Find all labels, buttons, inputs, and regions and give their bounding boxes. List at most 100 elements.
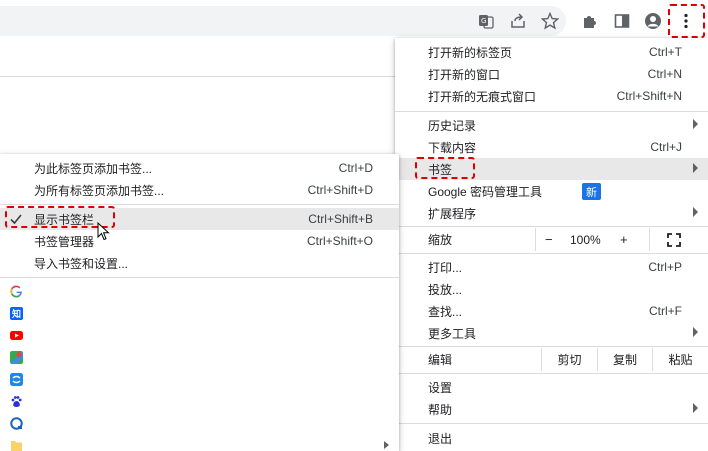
menu-item-settings[interactable]: 设置 xyxy=(395,376,708,398)
submenu-arrow-icon xyxy=(693,207,698,217)
menu-item-cast[interactable]: 投放... xyxy=(395,278,708,300)
menu-item-help[interactable]: 帮助 xyxy=(395,398,708,420)
menu-separator xyxy=(395,253,708,254)
menu-item-label: 设置 xyxy=(428,380,453,395)
svg-text:G: G xyxy=(481,17,486,25)
menu-item-more-tools[interactable]: 更多工具 xyxy=(395,322,708,344)
shortcut-text: Ctrl+N xyxy=(647,67,682,81)
shortcut-text: Ctrl+F xyxy=(649,304,682,318)
submenu-arrow-icon xyxy=(693,327,698,337)
menu-separator xyxy=(395,226,708,227)
menu-item-extensions[interactable]: 扩展程序 xyxy=(395,202,708,224)
sidepanel-icon[interactable] xyxy=(610,9,634,33)
menu-item-exit[interactable]: 退出 xyxy=(395,427,708,449)
menu-item-label: 帮助 xyxy=(428,402,453,417)
translate-icon[interactable]: G xyxy=(474,9,498,33)
menu-separator xyxy=(0,204,399,205)
menu-item-new-incognito[interactable]: 打开新的无痕式窗口 Ctrl+Shift+N xyxy=(395,85,708,107)
menu-item-label: 投放... xyxy=(428,282,463,297)
zhihu-glyph: 知 xyxy=(11,309,21,319)
new-badge: 新 xyxy=(582,183,601,200)
menu-separator xyxy=(395,346,708,347)
menu-item-label: Google 密码管理工具 xyxy=(428,184,543,199)
shortcut-text: Ctrl+T xyxy=(649,45,682,59)
folder-icon[interactable] xyxy=(10,439,23,451)
zhihu-favicon[interactable]: 知 xyxy=(10,307,23,320)
menu-item-label: 导入书签和设置... xyxy=(34,256,129,271)
paste-button[interactable]: 粘贴 xyxy=(652,348,708,371)
page-divider xyxy=(0,76,395,77)
extensions-icon[interactable] xyxy=(578,9,602,33)
submenu-arrow-icon xyxy=(693,403,698,413)
baidu-favicon[interactable] xyxy=(10,395,23,408)
mouse-cursor-icon xyxy=(97,222,110,241)
menu-item-label: 历史记录 xyxy=(428,118,477,133)
menu-item-password-manager[interactable]: Google 密码管理工具 新 xyxy=(395,180,708,202)
submenu-item-bookmark-tab[interactable]: 为此标签页添加书签... Ctrl+D xyxy=(0,157,399,179)
bookmarks-annotation xyxy=(415,157,475,179)
shortcut-text: Ctrl+Shift+N xyxy=(616,89,682,103)
menu-item-label: 打印... xyxy=(428,260,463,275)
shortcut-text: Ctrl+P xyxy=(648,260,682,274)
shortcut-text: Ctrl+Shift+O xyxy=(306,234,373,248)
edit-label: 编辑 xyxy=(428,353,453,367)
menu-separator xyxy=(0,277,399,278)
youtube-favicon[interactable] xyxy=(10,329,23,342)
submenu-item-import[interactable]: 导入书签和设置... xyxy=(0,252,399,274)
cut-button[interactable]: 剪切 xyxy=(541,348,597,371)
menu-item-downloads[interactable]: 下载内容 Ctrl+J xyxy=(395,136,708,158)
submenu-arrow-icon xyxy=(693,119,698,129)
menu-item-label: 书签管理器 xyxy=(34,234,95,249)
menu-item-label: 为此标签页添加书签... xyxy=(34,161,153,176)
shortcut-text: Ctrl+Shift+B xyxy=(308,212,373,226)
menu-item-label: 为所有标签页添加书签... xyxy=(34,183,165,198)
cut-label: 剪切 xyxy=(557,353,582,367)
share-icon[interactable] xyxy=(506,9,530,33)
zoom-divider xyxy=(535,228,536,251)
menu-separator xyxy=(395,373,708,374)
bookmarks-submenu: 为此标签页添加书签... Ctrl+D 为所有标签页添加书签... Ctrl+S… xyxy=(0,154,399,451)
menu-item-new-window[interactable]: 打开新的窗口 Ctrl+N xyxy=(395,63,708,85)
menu-item-print[interactable]: 打印... Ctrl+P xyxy=(395,256,708,278)
submenu-arrow-icon[interactable] xyxy=(384,441,389,449)
menu-item-history[interactable]: 历史记录 xyxy=(395,114,708,136)
menu-item-label: 打开新的标签页 xyxy=(428,45,513,60)
menu-item-new-tab[interactable]: 打开新的标签页 Ctrl+T xyxy=(395,41,708,63)
menu-item-label: 扩展程序 xyxy=(428,206,477,221)
menu-item-label: 打开新的窗口 xyxy=(428,67,501,82)
browser-toolbar: G xyxy=(0,0,708,41)
maps-favicon[interactable] xyxy=(10,351,23,364)
chrome-main-menu: 打开新的标签页 Ctrl+T 打开新的窗口 Ctrl+N 打开新的无痕式窗口 C… xyxy=(395,38,708,451)
menu-item-label: 更多工具 xyxy=(428,326,477,341)
star-icon[interactable] xyxy=(538,9,562,33)
copy-button[interactable]: 复制 xyxy=(597,348,652,371)
menu-item-label: 打开新的无痕式窗口 xyxy=(428,89,537,104)
menu-item-label: 下载内容 xyxy=(428,140,477,155)
menu-item-find[interactable]: 查找... Ctrl+F xyxy=(395,300,708,322)
menu-item-label: 查找... xyxy=(428,304,463,319)
submenu-arrow-icon xyxy=(693,163,698,173)
submenu-item-bookmark-all[interactable]: 为所有标签页添加书签... Ctrl+Shift+D xyxy=(0,179,399,201)
zoom-in-button[interactable]: + xyxy=(620,232,628,247)
zoom-label: 缩放 xyxy=(428,233,453,247)
app-favicon[interactable] xyxy=(10,373,23,386)
copy-label: 复制 xyxy=(612,353,637,367)
menu-item-label: 退出 xyxy=(428,431,453,446)
menu-separator xyxy=(395,423,708,424)
site-favicon[interactable] xyxy=(10,417,23,430)
shortcut-text: Ctrl+J xyxy=(650,140,682,154)
paste-label: 粘贴 xyxy=(668,353,693,367)
zoom-level: 100% xyxy=(570,232,601,247)
menu-separator xyxy=(395,111,708,112)
profile-icon[interactable] xyxy=(641,9,665,33)
fullscreen-icon[interactable] xyxy=(667,233,681,247)
menu-row-zoom: 缩放 − 100% + xyxy=(395,228,708,251)
submenu-item-bookmark-manager[interactable]: 书签管理器 Ctrl+Shift+O xyxy=(0,230,399,252)
menu-row-edit: 编辑 剪切 复制 粘贴 xyxy=(395,348,708,371)
zoom-divider xyxy=(649,228,650,251)
shortcut-text: Ctrl+Shift+D xyxy=(307,183,373,197)
zoom-out-button[interactable]: − xyxy=(545,232,553,247)
menu-button-annotation xyxy=(668,4,705,38)
shortcut-text: Ctrl+D xyxy=(338,161,373,175)
google-favicon[interactable] xyxy=(10,285,23,298)
